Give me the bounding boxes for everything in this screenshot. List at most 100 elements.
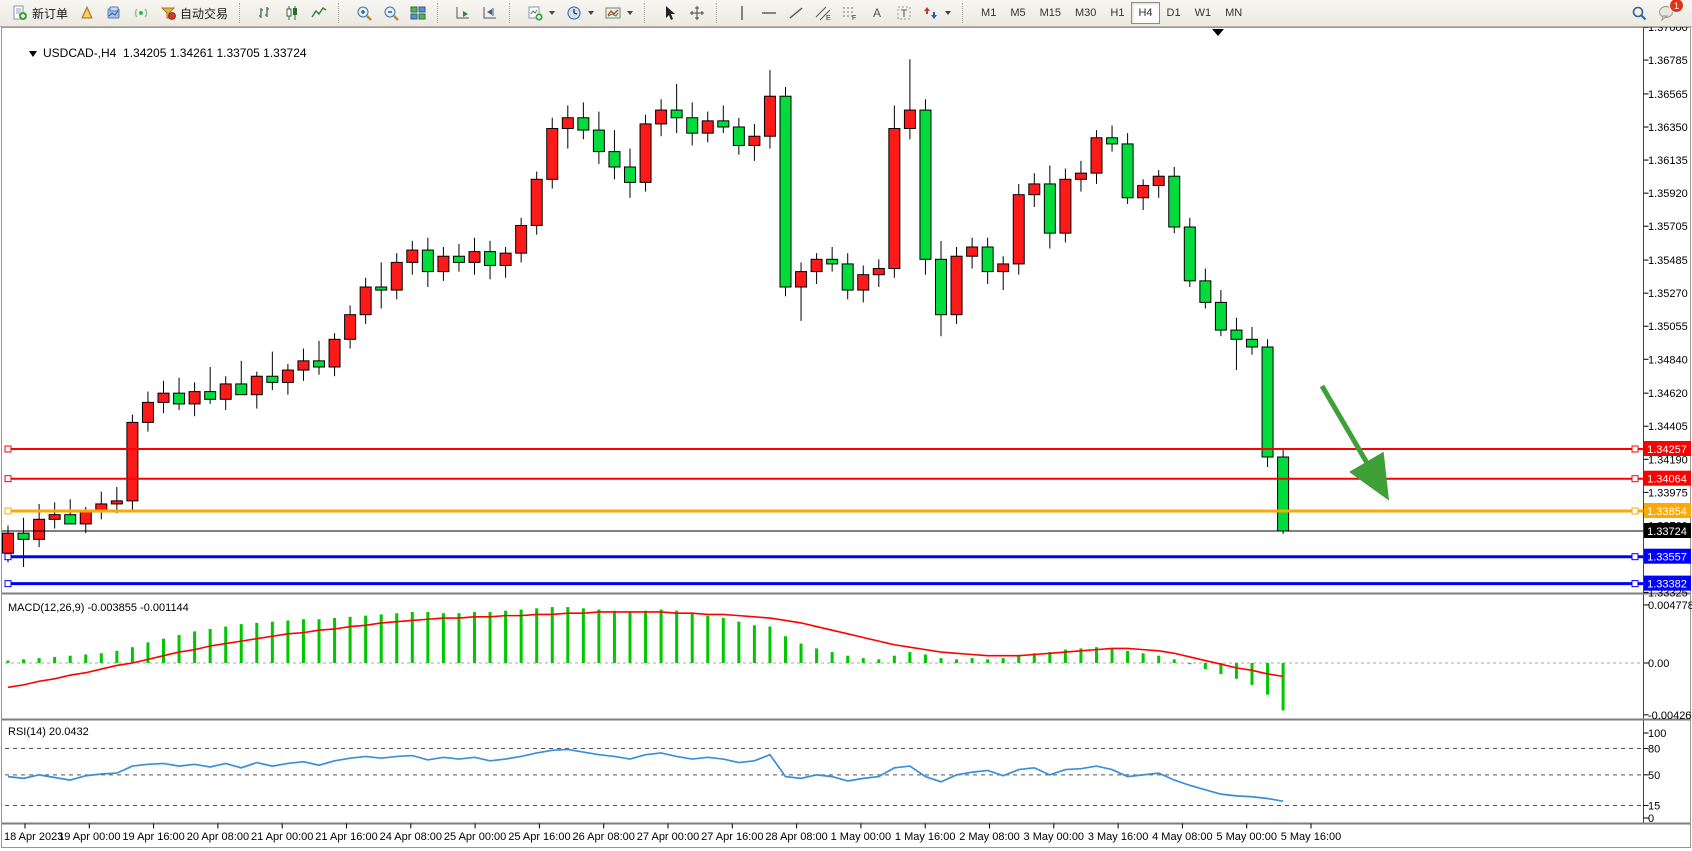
- timeframe-h4-button[interactable]: H4: [1131, 2, 1159, 24]
- candle: [1107, 138, 1118, 144]
- line-anchor-handle[interactable]: [1632, 508, 1638, 514]
- line-anchor-handle[interactable]: [5, 476, 11, 482]
- cursor-button[interactable]: [656, 2, 683, 24]
- macd-histogram-bar: [551, 607, 554, 663]
- trendline-icon: [787, 5, 804, 22]
- candle: [547, 129, 558, 180]
- trendline-button[interactable]: [782, 2, 809, 24]
- candle: [951, 256, 962, 314]
- candle: [96, 504, 107, 510]
- candle: [889, 129, 900, 269]
- chart-title: USDCAD-,H4 1.34205 1.34261 1.33705 1.337…: [9, 32, 307, 74]
- vertical-line-button[interactable]: [728, 2, 755, 24]
- line-anchor-handle[interactable]: [1632, 446, 1638, 452]
- candle: [1060, 179, 1071, 233]
- candle: [298, 361, 309, 370]
- chart-dropdown-icon[interactable]: [29, 51, 37, 57]
- candle: [1153, 176, 1164, 185]
- macd-histogram-bar: [38, 658, 41, 663]
- zoom-in-button[interactable]: [350, 2, 377, 24]
- candle: [500, 253, 511, 265]
- chart-wizard-button[interactable]: [73, 2, 100, 24]
- macd-histogram-bar: [629, 612, 632, 663]
- macd-histogram-bar: [1266, 663, 1269, 695]
- equidistant-channel-button[interactable]: E: [809, 2, 836, 24]
- candle: [1044, 184, 1055, 233]
- candle: [1091, 138, 1102, 173]
- candle: [453, 256, 464, 262]
- periods-button[interactable]: [560, 2, 599, 24]
- arrows-tool-button[interactable]: [917, 2, 956, 24]
- candlestick-chart-button[interactable]: [278, 2, 305, 24]
- line-anchor-handle[interactable]: [1632, 581, 1638, 587]
- time-axis-label: 3 May 00:00: [1024, 831, 1085, 843]
- new-order-button[interactable]: 新订单: [6, 2, 73, 24]
- candle: [329, 339, 340, 367]
- price-line-badge-value: 1.33854: [1647, 506, 1687, 518]
- profiles-button[interactable]: [100, 2, 127, 24]
- line-anchor-handle[interactable]: [1632, 554, 1638, 560]
- crosshair-button[interactable]: [683, 2, 710, 24]
- signals-button[interactable]: [127, 2, 154, 24]
- line-chart-icon: [310, 5, 327, 22]
- time-axis-label: 25 Apr 00:00: [444, 831, 506, 843]
- bar-chart-button[interactable]: [251, 2, 278, 24]
- candle: [904, 110, 915, 128]
- line-chart-button[interactable]: [305, 2, 332, 24]
- timeframe-m1-button[interactable]: M1: [974, 2, 1003, 24]
- candle: [842, 264, 853, 290]
- macd-histogram-bar: [1204, 663, 1207, 669]
- chart-shift-button[interactable]: [476, 2, 503, 24]
- line-anchor-handle[interactable]: [5, 554, 11, 560]
- macd-histogram-bar: [286, 620, 289, 663]
- macd-histogram-bar: [1111, 648, 1114, 663]
- timeframe-mn-button[interactable]: MN: [1218, 2, 1249, 24]
- candle: [345, 315, 356, 340]
- timeframe-w1-button[interactable]: W1: [1188, 2, 1219, 24]
- macd-histogram-bar: [520, 610, 523, 663]
- new-order-icon: [11, 5, 28, 22]
- templates-icon: [604, 5, 621, 22]
- fibonacci-button[interactable]: F: [836, 2, 863, 24]
- line-anchor-handle[interactable]: [5, 508, 11, 514]
- line-anchor-handle[interactable]: [1632, 476, 1638, 482]
- macd-histogram-bar: [302, 619, 305, 663]
- macd-histogram-bar: [706, 616, 709, 663]
- tile-windows-button[interactable]: [404, 2, 431, 24]
- candle: [1013, 195, 1024, 264]
- autotrading-button[interactable]: 自动交易: [154, 2, 233, 24]
- new-chart-button[interactable]: [521, 2, 560, 24]
- macd-histogram-bar: [1282, 663, 1285, 710]
- price-tick-label: 1.36565: [1648, 89, 1688, 101]
- chart-shift-marker[interactable]: [1212, 29, 1224, 36]
- chart-window: 1.370001.367851.365651.363501.361351.359…: [0, 27, 1692, 851]
- timeframe-m15-button[interactable]: M15: [1033, 2, 1068, 24]
- timeframe-h1-button[interactable]: H1: [1103, 2, 1131, 24]
- line-anchor-handle[interactable]: [5, 446, 11, 452]
- clock-icon: [565, 5, 582, 22]
- search-button[interactable]: [1625, 2, 1652, 24]
- auto-scroll-button[interactable]: [449, 2, 476, 24]
- text-tool-button[interactable]: A: [863, 2, 890, 24]
- timeframe-d1-button[interactable]: D1: [1160, 2, 1188, 24]
- templates-button[interactable]: [599, 2, 638, 24]
- text-label-button[interactable]: T: [890, 2, 917, 24]
- time-axis-label: 5 May 16:00: [1281, 831, 1342, 843]
- rsi-axis-label: 50: [1648, 770, 1660, 782]
- macd-histogram-bar: [349, 617, 352, 663]
- timeframe-m30-button[interactable]: M30: [1068, 2, 1103, 24]
- price-line-badge-value: 1.33557: [1647, 552, 1687, 564]
- rsi-axis-label: 0: [1648, 813, 1654, 825]
- horizontal-line-button[interactable]: [755, 2, 782, 24]
- macd-histogram-bar: [691, 613, 694, 663]
- trend-arrow-annotation[interactable]: [1322, 386, 1384, 492]
- candle: [827, 259, 838, 264]
- line-anchor-handle[interactable]: [5, 581, 11, 587]
- timeframe-m5-button[interactable]: M5: [1003, 2, 1032, 24]
- macd-histogram-bar: [255, 623, 258, 663]
- zoom-out-button[interactable]: [377, 2, 404, 24]
- chart-canvas[interactable]: 1.370001.367851.365651.363501.361351.359…: [0, 27, 1692, 851]
- price-tick-label: 1.34620: [1648, 388, 1688, 400]
- timeframe-group: M1M5M15M30H1H4D1W1MN: [972, 0, 1251, 26]
- chart-shift-icon: [481, 5, 498, 22]
